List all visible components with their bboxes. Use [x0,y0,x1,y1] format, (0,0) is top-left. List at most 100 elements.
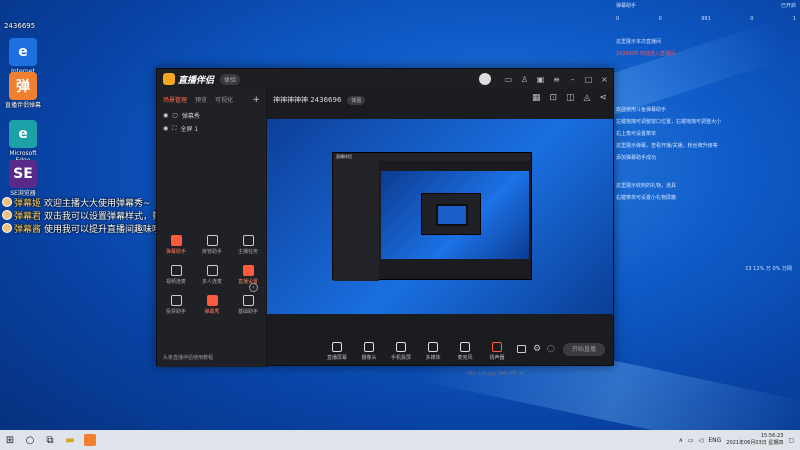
tool-icon [242,265,254,276]
scene-sidebar: 场景管理 预览 可视化 + ◉ ▢ 弹幕秀 ◉ ⛶ 全屏 1 ‹ 弹幕助手 房管助… [157,89,267,367]
avatar [2,223,12,233]
tool-button[interactable]: 视频连麦 [158,259,194,285]
tool-label: 弹幕秀 [204,309,220,315]
nested-sidebar [333,161,379,281]
panel-header: 弹幕助手 已开启 [616,2,796,9]
control-button[interactable]: 扬声器 [485,341,509,361]
panel-message: 2436695 欢迎进入直播间 [616,51,675,57]
tray-chevron-icon[interactable]: ∧ [679,437,683,444]
tool-label: 基础助手 [237,309,258,315]
start-icon[interactable]: ⊞ [0,430,20,450]
network-icon[interactable]: ▭ [688,437,694,444]
file-explorer-icon[interactable]: ▬ [60,430,80,450]
tab-preview[interactable]: 预览 [195,95,207,105]
add-scene-icon[interactable]: + [252,95,260,105]
tab-scene[interactable]: 场景管理 [163,95,187,105]
desktop-shortcut[interactable]: 弹直播伴侣弹幕 [2,72,44,109]
danmaku-sender: 弹幕酱 [14,224,42,235]
clock-time: 15:56:23 [760,433,784,439]
nested-screen [381,171,529,259]
panel-stats: 0 0 991 0 1 [616,16,796,22]
live-companion-window[interactable]: 直播伴侣 体验 ▭ ♙ ▣ ≡ – □ × 场景管理 预览 可视化 + ◉ ▢ … [156,68,614,376]
beauty-icon[interactable]: ◌ [547,344,555,354]
danmaku-sender: 弹幕姬 [14,198,42,209]
tool-button[interactable]: 弹幕秀 [194,289,230,315]
danmaku-sender: 弹幕君 [14,211,42,222]
clock-date: 2021年06月03日 星期四 [726,440,784,446]
shirt-icon[interactable]: ♙ [520,75,529,84]
system-tray: ∧ ▭ ◁ ENG 15:56:23 2021年06月03日 星期四 ▢ [679,430,794,450]
tool-label: 投票助手 [165,309,186,315]
tutorial-link[interactable]: 头条直播伴侣使用教程 [163,354,213,361]
control-icon [364,341,374,352]
control-bar: 直播屏幕 摄像头 手机投屏 多媒体 麦克风 扬声器 [267,339,613,363]
tab-visual[interactable]: 可视化 [215,95,233,105]
lock-icon[interactable]: ▢ [172,112,178,119]
control-icon [396,341,406,352]
panel-status[interactable]: 已开启 [781,2,796,9]
control-label: 直播屏幕 [326,354,347,361]
control-label: 麦克风 [457,354,473,361]
bell-icon[interactable]: ◬ [584,93,591,103]
camera-icon[interactable] [517,345,526,353]
control-button[interactable]: 麦克风 [453,341,477,361]
gift-icon[interactable]: ▣ [536,75,545,84]
source-item[interactable]: ◉ ▢ 弹幕秀 [157,109,266,122]
edge-icon: e [9,120,37,148]
search-icon[interactable]: ○ [20,430,40,450]
preview-nested-window: 直播伴侣 [332,152,532,281]
settings-icon[interactable]: ⚙ [533,344,541,354]
user-avatar[interactable] [479,73,491,85]
live-preview[interactable]: 直播伴侣 [267,119,613,314]
volume-icon[interactable]: ◁ [699,437,704,444]
window-titlebar[interactable]: 直播伴侣 体验 ▭ ♙ ▣ ≡ – □ × [157,69,613,89]
control-button[interactable]: 摄像头 [357,341,381,361]
share-icon[interactable]: ⋖ [599,93,607,103]
tool-icon [170,265,182,276]
panel-meter: 13 12% 万 0% 万网 [745,266,792,272]
tool-icon [206,235,218,246]
minimize-icon[interactable]: – [568,75,577,84]
live-companion-taskbar-icon[interactable] [80,430,100,450]
tool-label: 视频连麦 [165,279,186,285]
tool-label: 直播设置 [237,279,258,285]
close-icon[interactable]: × [600,75,609,84]
tool-button[interactable]: 弹幕助手 [158,229,194,255]
record-icon[interactable]: ◫ [566,93,575,103]
tool-button[interactable]: 投票助手 [158,289,194,315]
menu-icon[interactable]: ≡ [552,75,561,84]
tool-label: 弹幕助手 [165,249,186,255]
nested-window-inner [436,204,468,226]
internet-explorer-icon: e [9,38,37,66]
maximize-icon[interactable]: □ [584,75,593,84]
desktop-shortcut[interactable]: eMicrosoft Edge [2,120,44,164]
control-button[interactable]: 手机投屏 [389,341,413,361]
right-chat-panel: 弹幕助手 已开启 0 0 991 0 1 这里展示本次直播间 2436695 欢迎… [612,0,800,430]
notification-icon[interactable]: ▢ [788,437,794,444]
clock[interactable]: 15:56:23 2021年06月03日 星期四 [726,433,783,447]
tool-button[interactable]: 多人连麦 [194,259,230,285]
lock-icon[interactable]: ⊡ [549,93,557,103]
control-label: 摄像头 [361,354,377,361]
tool-icon [170,295,182,306]
tool-grid: 弹幕助手 房管助手 主播任务视频连麦 多人连麦 直播设置投票助手 弹幕秀 基础助手 [157,229,267,315]
eye-icon[interactable]: ◉ [163,125,168,132]
control-button[interactable]: 多媒体 [421,341,445,361]
tool-button[interactable]: 直播设置 [230,259,266,285]
desktop-shortcut[interactable]: SE SE浏览器 [2,160,44,197]
danmaku-app-icon: 弹 [9,72,37,100]
tool-button[interactable]: 房管助手 [194,229,230,255]
source-item[interactable]: ◉ ⛶ 全屏 1 [157,122,266,135]
app-logo: 直播伴侣 体验 [163,73,241,86]
panel-message: 右上角可设置菜单 [616,131,657,137]
start-live-button[interactable]: 开始直播 [563,343,605,356]
tool-button[interactable]: 主播任务 [230,229,266,255]
language-indicator[interactable]: ENG [708,437,721,444]
eye-icon[interactable]: ◉ [163,112,168,119]
message-icon[interactable]: ▭ [504,75,513,84]
task-view-icon[interactable]: ⧉ [40,430,60,450]
fullscreen-icon[interactable]: ⛶ [172,125,176,133]
layout-icon[interactable]: ▦ [532,93,541,103]
tool-button[interactable]: 基础助手 [230,289,266,315]
control-button[interactable]: 直播屏幕 [325,341,349,361]
